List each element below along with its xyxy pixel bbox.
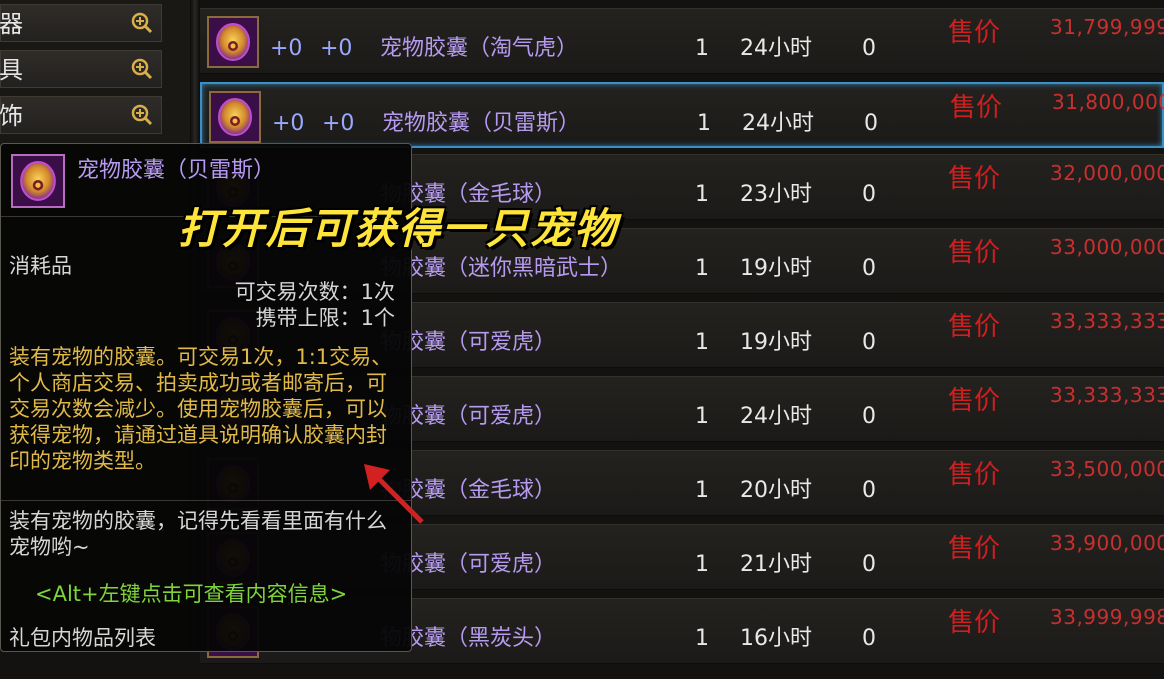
bid-count: 0 bbox=[862, 182, 876, 207]
pet-capsule-icon bbox=[209, 91, 261, 143]
price-value: 32,000,000 bbox=[1050, 161, 1164, 185]
bid-count: 0 bbox=[862, 478, 876, 503]
price-value: 33,900,000 bbox=[1050, 531, 1164, 555]
price-value: 31,800,000 bbox=[1052, 90, 1164, 114]
time-remaining: 16小时 bbox=[740, 626, 812, 651]
bid-count: 0 bbox=[862, 404, 876, 429]
auction-row[interactable]: +0 +0 宠物胶囊（贝雷斯） 1 24小时 0 售价 31,800,000 bbox=[200, 82, 1164, 148]
category-item-weapon[interactable]: 器 bbox=[0, 4, 162, 42]
time-remaining: 19小时 bbox=[740, 330, 812, 355]
red-arrow-icon bbox=[364, 464, 424, 524]
zoom-icon[interactable] bbox=[131, 104, 153, 126]
item-type: 消耗品 bbox=[9, 254, 72, 278]
bid-count: 0 bbox=[862, 330, 876, 355]
tooltip-title: 宠物胶囊（贝雷斯） bbox=[77, 158, 276, 183]
item-quantity: 1 bbox=[695, 36, 709, 61]
gift-list-header: 礼包内物品列表 bbox=[9, 626, 156, 650]
item-name: 宠物胶囊（淘气虎） bbox=[380, 36, 579, 61]
item-quantity: 1 bbox=[695, 330, 709, 355]
price-value: 33,333,333 bbox=[1050, 383, 1164, 407]
zoom-icon[interactable] bbox=[131, 12, 153, 34]
bid-count: 0 bbox=[862, 36, 876, 61]
price-label: 售价 bbox=[948, 18, 1001, 48]
time-remaining: 24小时 bbox=[740, 404, 812, 429]
flavor-text: 装有宠物的胶囊，记得先看看里面有什么宠物哟~ bbox=[9, 509, 387, 559]
time-remaining: 24小时 bbox=[742, 111, 814, 136]
carry-limit: 携带上限：1个 bbox=[255, 306, 395, 330]
time-remaining: 21小时 bbox=[740, 552, 812, 577]
category-item-accessory[interactable]: 饰 bbox=[0, 96, 162, 134]
pet-capsule-icon bbox=[207, 16, 259, 68]
time-remaining: 19小时 bbox=[740, 256, 812, 281]
alt-click-hint: <Alt+左键点击可查看内容信息> bbox=[35, 582, 348, 606]
auction-row[interactable]: +0 +0 宠物胶囊（淘气虎） 1 24小时 0 售价 31,799,999 bbox=[200, 8, 1164, 74]
category-item-tool[interactable]: 具 bbox=[0, 50, 162, 88]
time-remaining: 24小时 bbox=[740, 36, 812, 61]
bid-count: 0 bbox=[864, 111, 878, 136]
item-quantity: 1 bbox=[695, 256, 709, 281]
bid-count: 0 bbox=[862, 256, 876, 281]
item-quantity: 1 bbox=[695, 404, 709, 429]
item-quantity: 1 bbox=[695, 478, 709, 503]
pet-capsule-icon bbox=[11, 154, 65, 208]
category-label: 具 bbox=[0, 56, 23, 84]
price-label: 售价 bbox=[948, 460, 1001, 490]
price-value: 33,999,998 bbox=[1050, 605, 1164, 629]
item-description: 装有宠物的胶囊。可交易1次，1:1交易、个人商店交易、拍卖成功或者邮寄后，可交易… bbox=[9, 345, 393, 473]
price-label: 售价 bbox=[948, 608, 1001, 638]
category-label: 器 bbox=[0, 10, 23, 38]
price-value: 31,799,999 bbox=[1050, 15, 1164, 39]
price-label: 售价 bbox=[948, 238, 1001, 268]
price-value: 33,333,333 bbox=[1050, 309, 1164, 333]
divider bbox=[1, 500, 411, 501]
time-remaining: 20小时 bbox=[740, 478, 812, 503]
overlay-caption: 打开后可获得一只宠物 bbox=[178, 204, 619, 253]
price-label: 售价 bbox=[950, 93, 1003, 123]
bid-count: 0 bbox=[862, 552, 876, 577]
amplify-level: +0 bbox=[320, 36, 353, 61]
item-quantity: 1 bbox=[695, 552, 709, 577]
item-quantity: 1 bbox=[695, 626, 709, 651]
zoom-icon[interactable] bbox=[131, 58, 153, 80]
price-label: 售价 bbox=[948, 534, 1001, 564]
price-value: 33,500,000 bbox=[1050, 457, 1164, 481]
category-label: 饰 bbox=[0, 102, 23, 130]
time-remaining: 23小时 bbox=[740, 182, 812, 207]
price-label: 售价 bbox=[948, 164, 1001, 194]
price-label: 售价 bbox=[948, 386, 1001, 416]
price-value: 33,000,000 bbox=[1050, 235, 1164, 259]
bid-count: 0 bbox=[862, 626, 876, 651]
item-quantity: 1 bbox=[695, 182, 709, 207]
enhance-level: +0 bbox=[270, 36, 303, 61]
price-label: 售价 bbox=[948, 312, 1001, 342]
item-quantity: 1 bbox=[697, 111, 711, 136]
